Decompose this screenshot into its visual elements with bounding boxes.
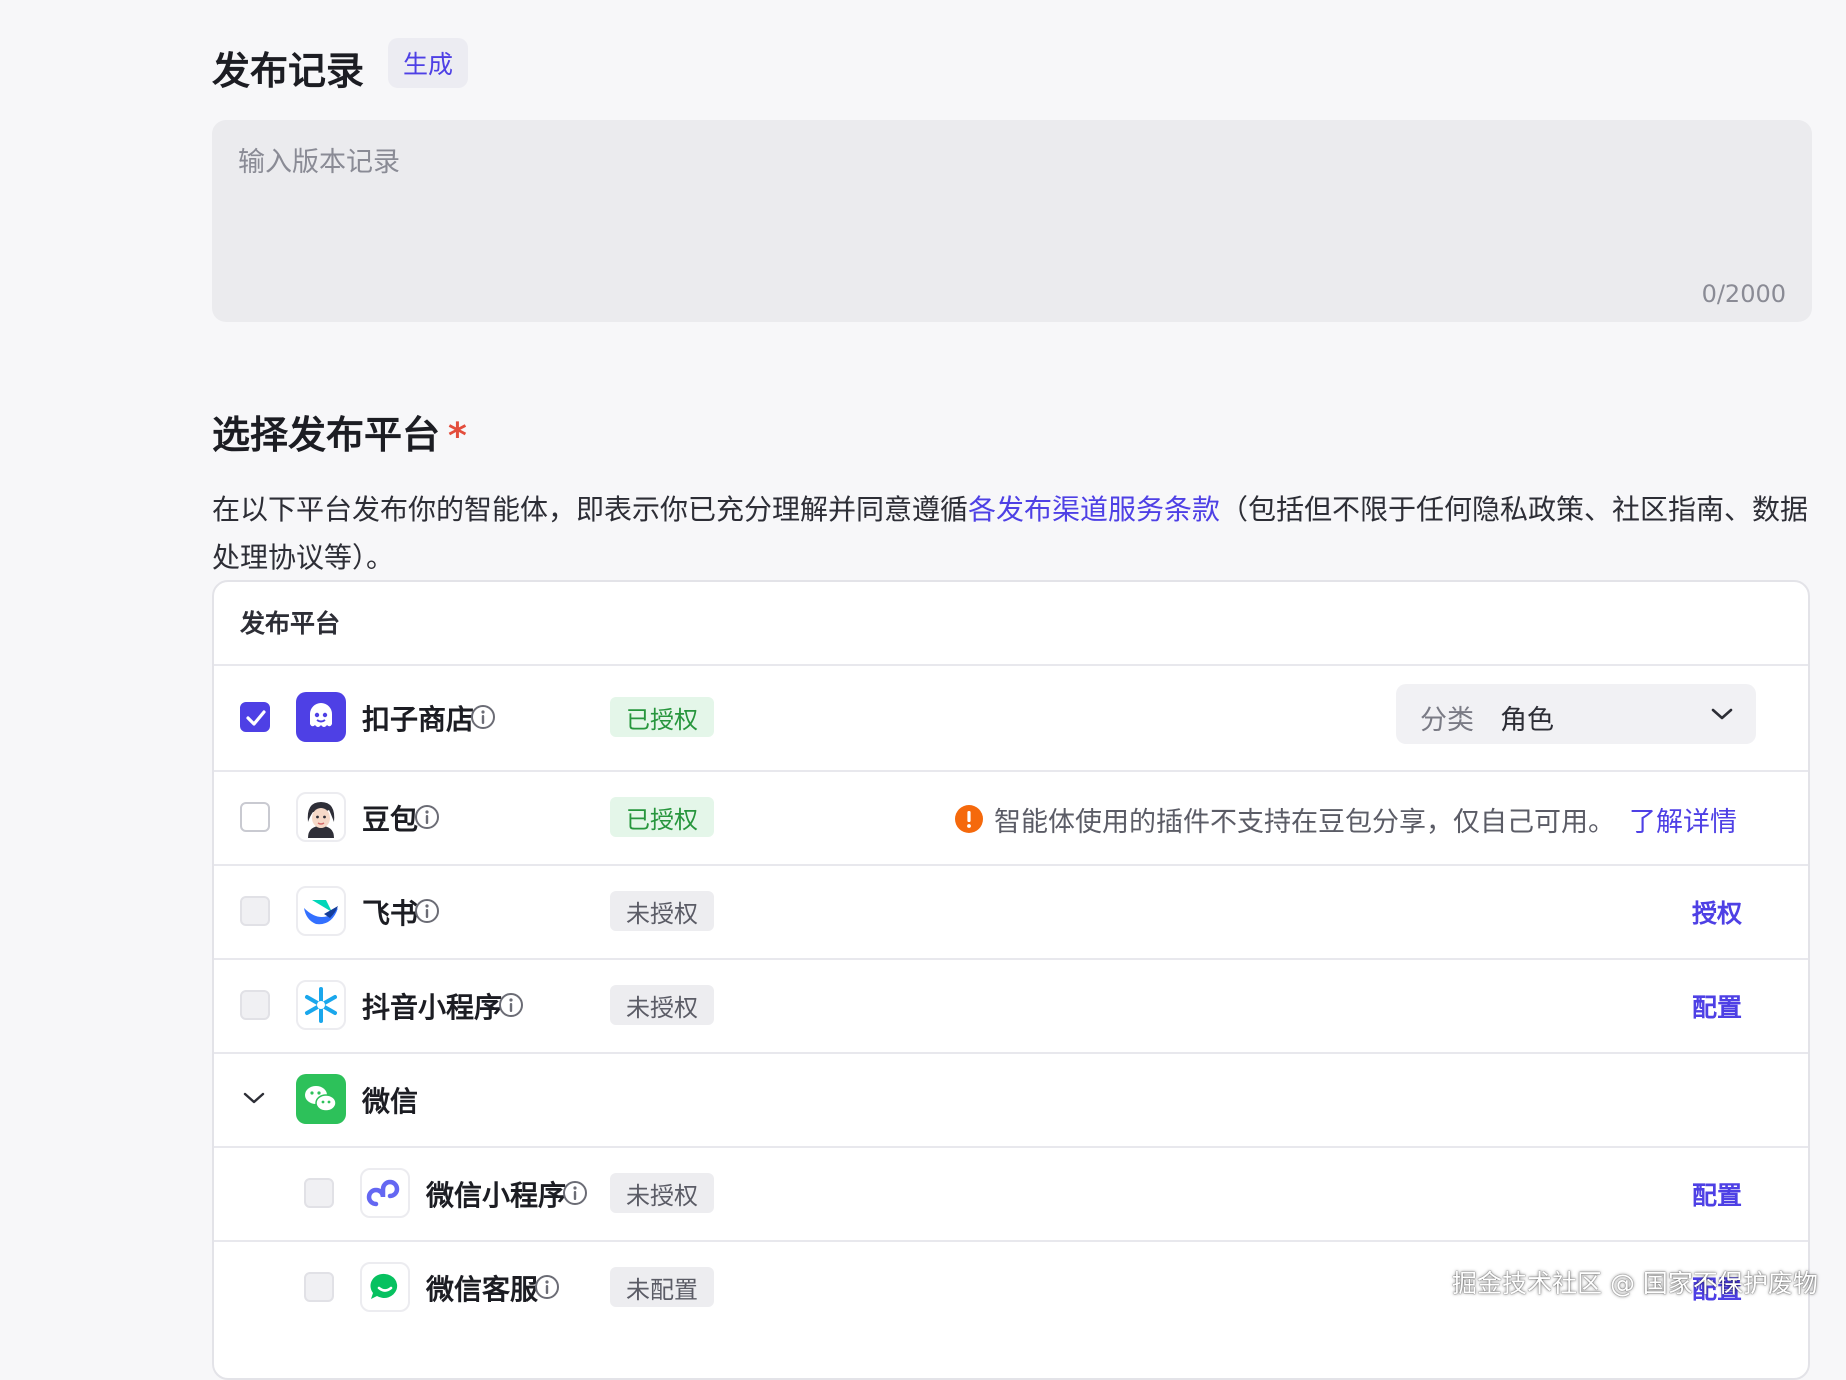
doubao-checkbox[interactable] <box>240 802 270 832</box>
table-row-coze-store: 扣子商店 已授权 分类 角色 <box>214 664 1808 772</box>
wechat-miniapp-configure-button[interactable]: 配置 <box>1692 1176 1742 1212</box>
table-row-douyin-miniapp: 抖音小程序 未授权 配置 <box>214 958 1808 1054</box>
douyin-miniapp-status-badge: 未授权 <box>610 985 714 1025</box>
coze-store-checkbox[interactable] <box>240 702 270 732</box>
learn-more-link[interactable]: 了解详情 <box>1629 800 1737 839</box>
douyin-miniapp-name: 抖音小程序 <box>362 991 503 1024</box>
chevron-down-icon[interactable] <box>242 1088 266 1108</box>
wechat-miniapp-status-badge: 未授权 <box>610 1173 714 1213</box>
douyin-miniapp-configure-button[interactable]: 配置 <box>1692 988 1742 1024</box>
table-row-doubao: 豆包 已授权 智能体使用的插件不支持在豆包分享，仅自己可用。 了解详情 <box>214 770 1808 866</box>
coze-store-name: 扣子商店 <box>362 703 475 736</box>
char-counter: 0/2000 <box>1701 280 1786 308</box>
info-icon[interactable] <box>470 704 496 730</box>
info-icon[interactable] <box>414 804 440 830</box>
info-icon[interactable] <box>562 1180 588 1206</box>
category-select-value: 角色 <box>1500 705 1554 736</box>
required-mark: * <box>448 416 467 457</box>
wechat-miniapp-name: 微信小程序 <box>426 1179 567 1212</box>
coze-store-status-badge: 已授权 <box>610 697 714 737</box>
wechat-service-checkbox[interactable] <box>304 1272 334 1302</box>
release-notes-title: 发布记录 <box>212 49 365 93</box>
info-icon[interactable] <box>414 898 440 924</box>
wechat-service-logo-icon <box>360 1262 410 1312</box>
table-row-wechat-group: 微信 <box>214 1052 1808 1148</box>
release-notes-placeholder: 输入版本记录 <box>238 147 400 178</box>
feishu-name: 飞书 <box>362 897 419 930</box>
feishu-checkbox[interactable] <box>240 896 270 926</box>
terms-text-before: 在以下平台发布你的智能体，即表示你已充分理解并同意遵循 <box>212 493 969 526</box>
terms-link[interactable]: 各发布渠道服务条款 <box>968 493 1220 526</box>
doubao-warning: 智能体使用的插件不支持在豆包分享，仅自己可用。 了解详情 <box>954 799 1737 839</box>
doubao-logo-icon <box>296 792 346 842</box>
feishu-status-badge: 未授权 <box>610 891 714 931</box>
release-notes-input[interactable]: 输入版本记录 0/2000 <box>212 120 1812 322</box>
info-icon[interactable] <box>498 992 524 1018</box>
category-select[interactable]: 分类 角色 <box>1396 684 1756 744</box>
feishu-logo-icon <box>296 886 346 936</box>
table-row-feishu: 飞书 未授权 授权 <box>214 864 1808 960</box>
feishu-authorize-button[interactable]: 授权 <box>1692 894 1742 930</box>
platform-section-title: 选择发布平台 * <box>212 404 467 459</box>
douyin-miniapp-checkbox[interactable] <box>240 990 270 1020</box>
wechat-logo-icon <box>296 1074 346 1124</box>
watermark: 掘金技术社区 @ 国家不保护废物 <box>1452 1269 1818 1298</box>
generate-button[interactable]: 生成 <box>388 38 468 88</box>
doubao-warning-text: 智能体使用的插件不支持在豆包分享，仅自己可用。 <box>994 806 1615 838</box>
coze-store-logo-icon <box>296 692 346 742</box>
wechat-service-status-badge: 未配置 <box>610 1267 714 1307</box>
warning-icon <box>955 805 983 833</box>
doubao-name: 豆包 <box>362 803 419 836</box>
doubao-status-badge: 已授权 <box>610 797 714 837</box>
wechat-miniapp-logo-icon <box>360 1168 410 1218</box>
wechat-group-name: 微信 <box>362 1085 419 1118</box>
table-header-label: 发布平台 <box>240 609 341 638</box>
wechat-miniapp-checkbox[interactable] <box>304 1178 334 1208</box>
table-header: 发布平台 <box>214 582 1808 666</box>
info-icon[interactable] <box>534 1274 560 1300</box>
chevron-down-icon <box>1711 708 1733 720</box>
terms-description: 在以下平台发布你的智能体，即表示你已充分理解并同意遵循各发布渠道服务条款（包括但… <box>212 486 1818 582</box>
douyin-miniapp-logo-icon <box>296 980 346 1030</box>
platform-section-title-text: 选择发布平台 <box>212 413 441 457</box>
platform-table: 发布平台 扣子商店 已授权 分类 角色 豆包 已授权 智能体使用的插件不支持在豆… <box>212 580 1810 1380</box>
category-select-label: 分类 <box>1420 705 1474 736</box>
wechat-service-name: 微信客服 <box>426 1273 539 1306</box>
check-icon <box>246 710 266 726</box>
table-row-wechat-miniapp: 微信小程序 未授权 配置 <box>214 1146 1808 1242</box>
